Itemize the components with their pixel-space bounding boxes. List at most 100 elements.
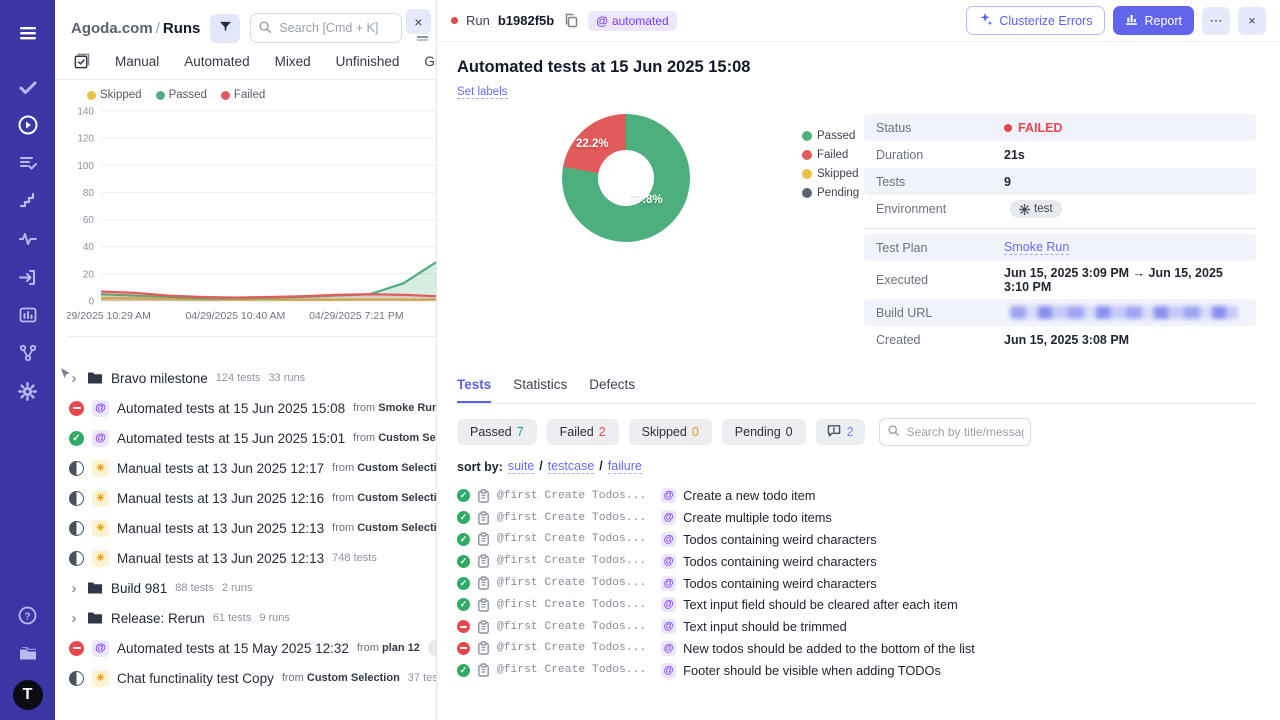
checks-icon[interactable] xyxy=(9,68,47,106)
test-title[interactable]: New todos should be added to the bottom … xyxy=(683,641,975,656)
chevron-right-icon[interactable]: › xyxy=(69,580,79,597)
set-labels-link[interactable]: Set labels xyxy=(457,86,508,99)
settings-gear-icon[interactable] xyxy=(9,372,47,410)
report-button[interactable]: Report xyxy=(1113,6,1194,35)
test-title[interactable]: Todos containing weird characters xyxy=(683,576,876,591)
steps-icon[interactable] xyxy=(9,182,47,220)
test-title[interactable]: Create multiple todo items xyxy=(683,510,832,525)
breadcrumb-project[interactable]: Agoda.com xyxy=(71,20,153,37)
runs-tab[interactable]: Manual xyxy=(115,54,159,69)
test-row[interactable]: @first Create Todos... Text input should… xyxy=(457,616,1256,638)
sort-link[interactable]: failure xyxy=(607,459,642,474)
trend-legend-item[interactable]: Failed xyxy=(220,89,265,101)
detail-tab[interactable]: Statistics xyxy=(513,377,567,403)
donut-legend-item[interactable]: Failed xyxy=(802,149,859,161)
chevron-right-icon[interactable]: › xyxy=(69,610,79,627)
run-env-badge: test xyxy=(427,640,436,656)
test-row[interactable]: @first Create Todos... New todos should … xyxy=(457,638,1256,660)
donut-legend-item[interactable]: Pending xyxy=(802,187,859,199)
test-suite[interactable]: @first Create Todos... xyxy=(497,577,646,589)
info-row: Test Plan Smoke Run xyxy=(864,228,1256,261)
test-row[interactable]: @first Create Todos... Create a new todo… xyxy=(457,485,1256,507)
task-check-icon[interactable] xyxy=(73,53,90,70)
blurred-build-url[interactable] xyxy=(1010,306,1238,319)
test-suite[interactable]: @first Create Todos... xyxy=(497,621,646,633)
comments-filter-pill[interactable]: 2 xyxy=(815,419,865,445)
run-list-item[interactable]: › Build 981 from 88 tests 2 runs xyxy=(65,573,436,603)
test-suite[interactable]: @first Create Todos... xyxy=(497,664,646,676)
test-suite[interactable]: @first Create Todos... xyxy=(497,599,646,611)
run-list-item[interactable]: › Bravo milestone from 124 tests 33 runs xyxy=(59,363,436,393)
run-list-item[interactable]: Automated tests at 15 Jun 2025 15:08 fro… xyxy=(65,393,436,423)
test-title[interactable]: Todos containing weird characters xyxy=(683,532,876,547)
test-suite[interactable]: @first Create Todos... xyxy=(497,512,646,524)
runs-search-input[interactable] xyxy=(250,13,402,43)
run-list-item[interactable]: Manual tests at 13 Jun 2025 12:13 from C… xyxy=(65,513,436,543)
test-row[interactable]: @first Create Todos... Text input field … xyxy=(457,594,1256,616)
clipboard-icon xyxy=(477,663,490,677)
test-row[interactable]: @first Create Todos... Todos containing … xyxy=(457,550,1256,572)
test-title[interactable]: Create a new todo item xyxy=(683,488,815,503)
test-suite[interactable]: @first Create Todos... xyxy=(497,533,646,545)
test-title[interactable]: Todos containing weird characters xyxy=(683,554,876,569)
app-logo[interactable]: T xyxy=(12,680,43,710)
sort-link[interactable]: suite xyxy=(507,459,535,474)
test-title[interactable]: Text input should be trimmed xyxy=(683,619,847,634)
status-filter-pill[interactable]: Passed 7 xyxy=(457,419,537,445)
tests-search-input[interactable] xyxy=(878,418,1031,446)
run-list-item[interactable]: Automated tests at 15 Jun 2025 15:01 fro… xyxy=(65,423,436,453)
status-filter-pill[interactable]: Pending 0 xyxy=(721,419,806,445)
runs-tab[interactable]: Mixed xyxy=(275,54,311,69)
test-title[interactable]: Text input field should be cleared after… xyxy=(683,597,958,612)
test-row[interactable]: @first Create Todos... Create multiple t… xyxy=(457,507,1256,529)
run-list-item[interactable]: Chat functinality test Copy from Custom … xyxy=(65,663,436,693)
copy-run-id-button[interactable] xyxy=(562,11,580,30)
test-title[interactable]: Footer should be visible when adding TOD… xyxy=(683,663,941,678)
close-run-button[interactable]: × xyxy=(1238,6,1266,35)
test-suite[interactable]: @first Create Todos... xyxy=(497,555,646,567)
detail-tab[interactable]: Tests xyxy=(457,377,492,403)
help-icon[interactable]: ? xyxy=(9,596,47,634)
clusterize-errors-button[interactable]: Clusterize Errors xyxy=(966,6,1106,35)
test-row[interactable]: @first Create Todos... Footer should be … xyxy=(457,659,1256,681)
menu-icon[interactable] xyxy=(9,14,47,52)
detail-tab[interactable]: Defects xyxy=(589,377,635,403)
analytics-icon[interactable] xyxy=(9,296,47,334)
trend-legend-item[interactable]: Skipped xyxy=(87,89,142,101)
test-suite[interactable]: @first Create Todos... xyxy=(497,642,646,654)
pill-label: Passed xyxy=(470,425,512,439)
test-status-icon xyxy=(457,489,470,503)
status-filter-pill[interactable]: Failed 2 xyxy=(546,419,619,445)
panel-collapse-handle[interactable] xyxy=(417,36,428,41)
sort-link[interactable]: testcase xyxy=(547,459,595,474)
activity-pulse-icon[interactable] xyxy=(9,220,47,258)
panel-close-button[interactable]: × xyxy=(406,9,431,34)
run-list-item[interactable]: Manual tests at 13 Jun 2025 12:13 from 7… xyxy=(65,543,436,573)
status-filter-pill[interactable]: Skipped 0 xyxy=(628,419,712,445)
branch-icon[interactable] xyxy=(9,334,47,372)
more-actions-button[interactable]: ⋯ xyxy=(1202,6,1230,35)
runs-play-icon[interactable] xyxy=(9,106,47,144)
run-list-item[interactable]: Automated tests at 15 May 2025 12:32 fro… xyxy=(65,633,436,663)
trend-legend-item[interactable]: Passed xyxy=(155,89,207,101)
test-row[interactable]: @first Create Todos... Todos containing … xyxy=(457,529,1256,551)
test-list-icon[interactable] xyxy=(9,144,47,182)
svg-text:20: 20 xyxy=(83,269,95,280)
run-from: from Custom Selection xyxy=(332,522,437,534)
runs-tab[interactable]: Groups xyxy=(424,54,436,69)
runs-tab[interactable]: Unfinished xyxy=(336,54,400,69)
runs-tab[interactable]: Automated xyxy=(184,54,249,69)
svg-text:120: 120 xyxy=(77,134,94,145)
filter-button[interactable] xyxy=(210,13,241,43)
run-list-item[interactable]: Manual tests at 13 Jun 2025 12:17 from C… xyxy=(65,453,436,483)
donut-legend: Passed Failed Skipped Pending xyxy=(802,114,859,353)
run-list-item[interactable]: › Release: Rerun from 61 tests 9 runs xyxy=(65,603,436,633)
projects-folder-icon[interactable] xyxy=(9,634,47,672)
funnel-icon xyxy=(218,19,233,37)
run-list-item[interactable]: Manual tests at 13 Jun 2025 12:16 from C… xyxy=(65,483,436,513)
test-row[interactable]: @first Create Todos... Todos containing … xyxy=(457,572,1256,594)
donut-legend-item[interactable]: Passed xyxy=(802,130,859,142)
import-icon[interactable] xyxy=(9,258,47,296)
donut-legend-item[interactable]: Skipped xyxy=(802,168,859,180)
test-suite[interactable]: @first Create Todos... xyxy=(497,490,646,502)
